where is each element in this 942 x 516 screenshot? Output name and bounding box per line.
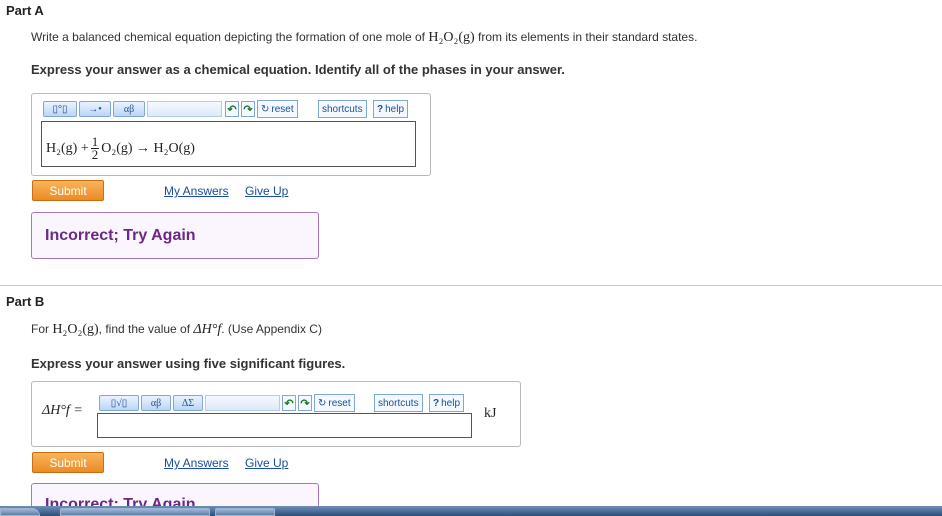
question-text-mid: , find the value of xyxy=(98,322,191,336)
part-divider xyxy=(0,285,942,286)
feedback-text: Incorrect; Try Again xyxy=(45,227,196,244)
reset-button[interactable]: ↻ reset xyxy=(257,100,298,118)
part-b-answer-box: ΔH°f = ▯√▯ αβ ΔΣ ↶ ↷ ↻ reset shortcuts ?… xyxy=(31,381,521,447)
part-a-feedback-box: Incorrect; Try Again xyxy=(31,212,319,259)
help-button[interactable]: ? help xyxy=(373,100,409,118)
part-a-title[interactable]: Part A xyxy=(6,3,44,18)
part-b-title[interactable]: Part B xyxy=(6,294,44,309)
toolbar-spacer xyxy=(147,101,222,117)
part-a-instruction: Express your answer as a chemical equati… xyxy=(31,62,565,77)
unit-label: kJ xyxy=(484,406,497,421)
undo-icon[interactable]: ↶ xyxy=(225,101,239,117)
reactant-h2: H₂(g) + xyxy=(46,140,89,156)
fraction-denominator: 2 xyxy=(91,147,99,162)
help-icon: ? xyxy=(377,103,384,115)
part-a-answer-box: ▯°▯ →• αβ ↶ ↷ ↻ reset shortcuts ? help H… xyxy=(31,93,431,176)
question-formula: H₂O₂(g) xyxy=(52,322,99,337)
reset-icon: ↻ xyxy=(261,103,270,115)
part-b-give-up-link[interactable]: Give Up xyxy=(245,456,288,470)
reset-button[interactable]: ↻ reset xyxy=(314,394,355,412)
question-text-pre: Write a balanced chemical equation depic… xyxy=(31,30,426,44)
redo-icon[interactable]: ↷ xyxy=(298,395,312,411)
greek-letters-button[interactable]: αβ xyxy=(113,101,145,117)
part-a-question: Write a balanced chemical equation depic… xyxy=(31,30,697,46)
templates-button[interactable]: ▯√▯ xyxy=(99,395,139,411)
enthalpy-label: ΔH°f = xyxy=(42,403,83,418)
question-text-post: from its elements in their standard stat… xyxy=(478,30,698,44)
equation-rest: O₂(g) → H₂O(g) xyxy=(101,140,195,156)
redo-icon[interactable]: ↷ xyxy=(241,101,255,117)
question-text-post: . (Use Appendix C) xyxy=(221,322,322,336)
equation-content: H₂(g) + 1 2 O₂(g) → H₂O(g) xyxy=(46,135,195,162)
part-a-give-up-link[interactable]: Give Up xyxy=(245,184,288,198)
toolbar-spacer xyxy=(205,395,280,411)
part-b-submit-button[interactable]: Submit xyxy=(32,452,104,473)
equation-input[interactable]: H₂(g) + 1 2 O₂(g) → H₂O(g) xyxy=(41,121,416,167)
symbols-button[interactable]: ΔΣ xyxy=(173,395,203,411)
question-text-pre: For xyxy=(31,322,49,336)
part-a-submit-button[interactable]: Submit xyxy=(32,180,104,201)
part-b-question: For H₂O₂(g), find the value of ΔH°f. (Us… xyxy=(31,322,322,338)
undo-icon[interactable]: ↶ xyxy=(282,395,296,411)
greek-letters-button[interactable]: αβ xyxy=(141,395,171,411)
enthalpy-input[interactable] xyxy=(97,413,472,438)
taskbar-item[interactable] xyxy=(215,508,275,516)
fraction: 1 2 xyxy=(90,135,100,162)
help-icon: ? xyxy=(433,397,440,409)
part-b-instruction: Express your answer using five significa… xyxy=(31,356,346,371)
question-formula: H₂O₂(g) xyxy=(428,30,475,45)
shortcuts-button[interactable]: shortcuts xyxy=(318,100,367,118)
part-b-my-answers-link[interactable]: My Answers xyxy=(164,456,229,470)
reset-icon: ↻ xyxy=(318,397,327,409)
shortcuts-button[interactable]: shortcuts xyxy=(374,394,423,412)
templates-button[interactable]: ▯°▯ xyxy=(43,101,77,117)
question-symbol: ΔH°f xyxy=(193,322,222,337)
start-button[interactable] xyxy=(0,508,40,516)
part-a-my-answers-link[interactable]: My Answers xyxy=(164,184,229,198)
help-button[interactable]: ? help xyxy=(429,394,465,412)
taskbar-item[interactable] xyxy=(60,508,210,516)
arrows-button[interactable]: →• xyxy=(79,101,111,117)
